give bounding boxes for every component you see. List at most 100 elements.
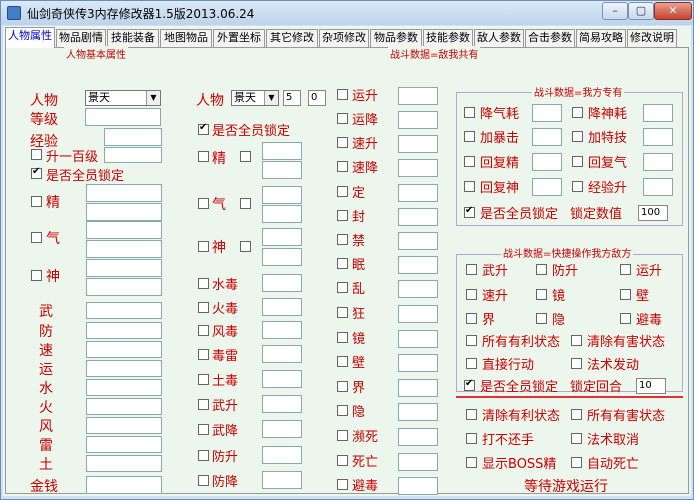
right2-row2a-checkbox[interactable] <box>466 358 477 369</box>
battle-row-checkbox-14[interactable] <box>337 430 348 441</box>
battle-row-input-3[interactable] <box>398 159 438 177</box>
right3-a1-checkbox[interactable] <box>466 409 477 420</box>
right2-grid-checkbox-6[interactable] <box>466 313 477 324</box>
right1-checkbox-1[interactable] <box>572 107 583 118</box>
battle-row-input-10[interactable] <box>398 330 438 348</box>
mid-shen-checkbox[interactable] <box>198 241 209 252</box>
mid-row-input-1[interactable] <box>262 298 302 316</box>
battle-row-checkbox-3[interactable] <box>337 161 348 172</box>
minimize-button[interactable]: – <box>602 2 628 20</box>
mid-row-input-5[interactable] <box>262 395 302 413</box>
right1-checkbox-7[interactable] <box>572 181 583 192</box>
right1-input-0[interactable] <box>532 104 562 122</box>
tab-12[interactable]: 修改说明 <box>627 29 677 47</box>
right1-checkbox-6[interactable] <box>464 181 475 192</box>
battle-row-checkbox-1[interactable] <box>337 113 348 124</box>
stat-input-0[interactable] <box>86 302 162 319</box>
stat-input-3[interactable] <box>86 360 162 377</box>
mid-num-1[interactable]: 5 <box>283 90 301 106</box>
tab-8[interactable]: 技能参数 <box>423 29 473 47</box>
shen-input-2[interactable] <box>86 278 162 296</box>
right2-grid-checkbox-3[interactable] <box>466 289 477 300</box>
tab-3[interactable]: 地图物品 <box>160 29 212 47</box>
stat-input-1[interactable] <box>86 322 162 339</box>
tab-11[interactable]: 简易攻略 <box>576 29 626 47</box>
battle-row-input-11[interactable] <box>398 354 438 372</box>
right1-input-6[interactable] <box>532 178 562 196</box>
qi-input-1[interactable] <box>86 221 162 239</box>
tab-6[interactable]: 杂项修改 <box>319 29 369 47</box>
right1-checkbox-3[interactable] <box>572 131 583 142</box>
mid-row-checkbox-6[interactable] <box>198 424 209 435</box>
right2-grid-checkbox-0[interactable] <box>466 264 477 275</box>
mid-qi-checkbox-2[interactable] <box>240 198 251 209</box>
battle-row-checkbox-8[interactable] <box>337 282 348 293</box>
battle-row-checkbox-9[interactable] <box>337 307 348 318</box>
battle-row-input-14[interactable] <box>398 428 438 446</box>
right3-b2-checkbox[interactable] <box>571 433 582 444</box>
stat-input-8[interactable] <box>86 455 162 472</box>
mid-qi-checkbox[interactable] <box>198 198 209 209</box>
battle-row-input-12[interactable] <box>398 379 438 397</box>
mid-row-checkbox-1[interactable] <box>198 302 209 313</box>
person-select[interactable]: 景天 ▼ <box>85 90 161 106</box>
right1-input-2[interactable] <box>532 128 562 146</box>
right3-b1-checkbox[interactable] <box>571 409 582 420</box>
mid-lock-checkbox[interactable] <box>198 122 209 135</box>
right2-row1a-checkbox[interactable] <box>466 335 477 346</box>
tab-10[interactable]: 合击参数 <box>525 29 575 47</box>
right3-a3-checkbox[interactable] <box>466 457 477 468</box>
mid-row-checkbox-4[interactable] <box>198 374 209 385</box>
battle-row-input-16[interactable] <box>398 477 438 495</box>
money-input[interactable] <box>86 476 162 494</box>
battle-row-checkbox-6[interactable] <box>337 234 348 245</box>
mid-row-checkbox-8[interactable] <box>198 475 209 486</box>
shen-checkbox[interactable] <box>31 270 42 281</box>
right2-lock-checkbox[interactable] <box>464 378 475 391</box>
right1-input-1[interactable] <box>643 104 673 122</box>
mid-shen-checkbox-2[interactable] <box>240 241 251 252</box>
battle-row-checkbox-2[interactable] <box>337 137 348 148</box>
maximize-button[interactable]: ▢ <box>628 2 654 20</box>
lock-all-checkbox[interactable] <box>31 166 42 179</box>
stat-input-4[interactable] <box>86 379 162 396</box>
battle-row-input-9[interactable] <box>398 305 438 323</box>
battle-row-checkbox-11[interactable] <box>337 356 348 367</box>
right1-checkbox-2[interactable] <box>464 131 475 142</box>
jing-input-1[interactable] <box>86 184 162 202</box>
stat-input-6[interactable] <box>86 417 162 434</box>
mid-row-checkbox-0[interactable] <box>198 278 209 289</box>
right2-grid-checkbox-8[interactable] <box>620 313 631 324</box>
tab-4[interactable]: 外置坐标 <box>213 29 265 47</box>
right2-row1b-checkbox[interactable] <box>571 335 582 346</box>
right2-grid-checkbox-7[interactable] <box>536 313 547 324</box>
right1-checkbox-0[interactable] <box>464 107 475 118</box>
stat-input-5[interactable] <box>86 398 162 415</box>
shen-input-1[interactable] <box>86 259 162 277</box>
levelup-checkbox[interactable] <box>31 149 42 160</box>
mid-row-checkbox-5[interactable] <box>198 399 209 410</box>
right2-grid-checkbox-1[interactable] <box>536 264 547 275</box>
mid-jing-input-2[interactable] <box>262 161 302 179</box>
right2-grid-checkbox-4[interactable] <box>536 289 547 300</box>
right2-lock-round-value[interactable]: 10 <box>636 378 666 394</box>
right2-row2b-checkbox[interactable] <box>571 358 582 369</box>
stat-input-2[interactable] <box>86 341 162 358</box>
mid-row-checkbox-7[interactable] <box>198 450 209 461</box>
stat-input-7[interactable] <box>86 436 162 453</box>
battle-row-input-6[interactable] <box>398 232 438 250</box>
tab-2[interactable]: 技能装备 <box>107 29 159 47</box>
qi-checkbox[interactable] <box>31 232 42 243</box>
mid-jing-checkbox[interactable] <box>198 151 209 162</box>
right2-grid-checkbox-5[interactable] <box>620 289 631 300</box>
right1-input-5[interactable] <box>643 153 673 171</box>
tab-1[interactable]: 物品剧情 <box>56 29 106 47</box>
battle-row-checkbox-10[interactable] <box>337 332 348 343</box>
mid-jing-checkbox-2[interactable] <box>240 151 251 162</box>
tab-9[interactable]: 敌人参数 <box>474 29 524 47</box>
tab-7[interactable]: 物品参数 <box>370 29 422 47</box>
level-input[interactable] <box>85 108 161 126</box>
mid-shen-input-2[interactable] <box>262 248 302 266</box>
battle-row-checkbox-16[interactable] <box>337 479 348 490</box>
battle-row-input-15[interactable] <box>398 453 438 471</box>
